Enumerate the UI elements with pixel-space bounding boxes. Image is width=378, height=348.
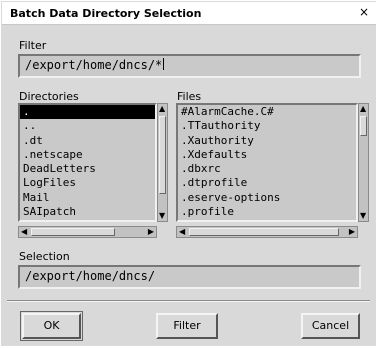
filter-input-value: /export/home/dncs/* [25,58,163,72]
selection-input[interactable]: /export/home/dncs/ [18,265,361,289]
directory-item[interactable]: . [20,105,155,120]
selection-label: Selection [19,250,70,263]
directories-list[interactable]: ... .dt .netscape DeadLetters LogFiles Mail SA… [18,103,157,222]
directory-item[interactable]: SAIpatch [20,205,155,219]
directories-vertical-scrollbar[interactable]: ▲ ▼ [157,103,168,222]
filter-label: Filter [19,39,47,52]
close-icon[interactable]: × [357,5,371,19]
scroll-left-arrow-icon[interactable]: ◀ [179,228,185,236]
directories-hscroll-thumb[interactable] [31,228,115,236]
scroll-up-arrow-icon[interactable]: ▲ [159,105,165,113]
directory-item[interactable]: LogFiles [20,176,155,190]
file-item[interactable]: .Xauthority [178,134,356,148]
directory-item[interactable]: .netscape [20,148,155,162]
files-horizontal-scrollbar[interactable]: ◀ ▶ [176,226,358,238]
directory-item[interactable]: DeadLetters [20,162,155,176]
scroll-right-arrow-icon[interactable]: ▶ [148,228,154,236]
file-item[interactable]: #AlarmCache.C# [178,105,356,119]
directory-item[interactable]: .. [20,119,155,133]
file-item[interactable]: .TTauthority [178,119,356,133]
files-list[interactable]: #AlarmCache.C# .TTauthority .Xauthority .Xd… [176,103,358,222]
scroll-down-arrow-icon[interactable]: ▼ [159,212,165,220]
file-item[interactable]: .Xdefaults [178,148,356,162]
window-title: Batch Data Directory Selection [10,7,202,20]
scroll-down-arrow-icon[interactable]: ▼ [360,212,366,220]
files-hscroll-thumb[interactable] [189,228,339,236]
separator [7,300,370,302]
file-item[interactable]: .eserve-options [178,191,356,205]
directory-item[interactable]: .dt [20,134,155,148]
text-cursor [163,58,165,70]
cancel-button[interactable]: Cancel [301,313,360,339]
files-vertical-scrollbar[interactable]: ▲ ▼ [358,103,369,222]
title-bar[interactable]: Batch Data Directory Selection × [2,2,376,25]
directories-vscroll-thumb[interactable] [159,116,166,194]
directories-label: Directories [19,90,79,103]
files-vscroll-thumb[interactable] [360,116,367,136]
selection-input-value: /export/home/dncs/ [25,269,156,283]
directory-item[interactable]: Mail [20,191,155,205]
dialog-window: Batch Data Directory Selection × Filter … [0,0,377,347]
filter-input[interactable]: /export/home/dncs/* [18,54,361,78]
files-label: Files [177,90,202,103]
files-items: #AlarmCache.C# .TTauthority .Xauthority .Xd… [178,105,356,219]
ok-button[interactable]: OK [22,313,81,339]
filter-button[interactable]: Filter [156,313,218,339]
file-item[interactable]: .dtprofile [178,176,356,190]
directories-horizontal-scrollbar[interactable]: ◀ ▶ [18,226,157,238]
file-item[interactable]: .profile [178,205,356,219]
scroll-up-arrow-icon[interactable]: ▲ [360,105,366,113]
scroll-left-arrow-icon[interactable]: ◀ [21,228,27,236]
scroll-right-arrow-icon[interactable]: ▶ [349,228,355,236]
directories-items: ... .dt .netscape DeadLetters LogFiles Mail SA… [20,105,155,219]
file-item[interactable]: .dbxrc [178,162,356,176]
